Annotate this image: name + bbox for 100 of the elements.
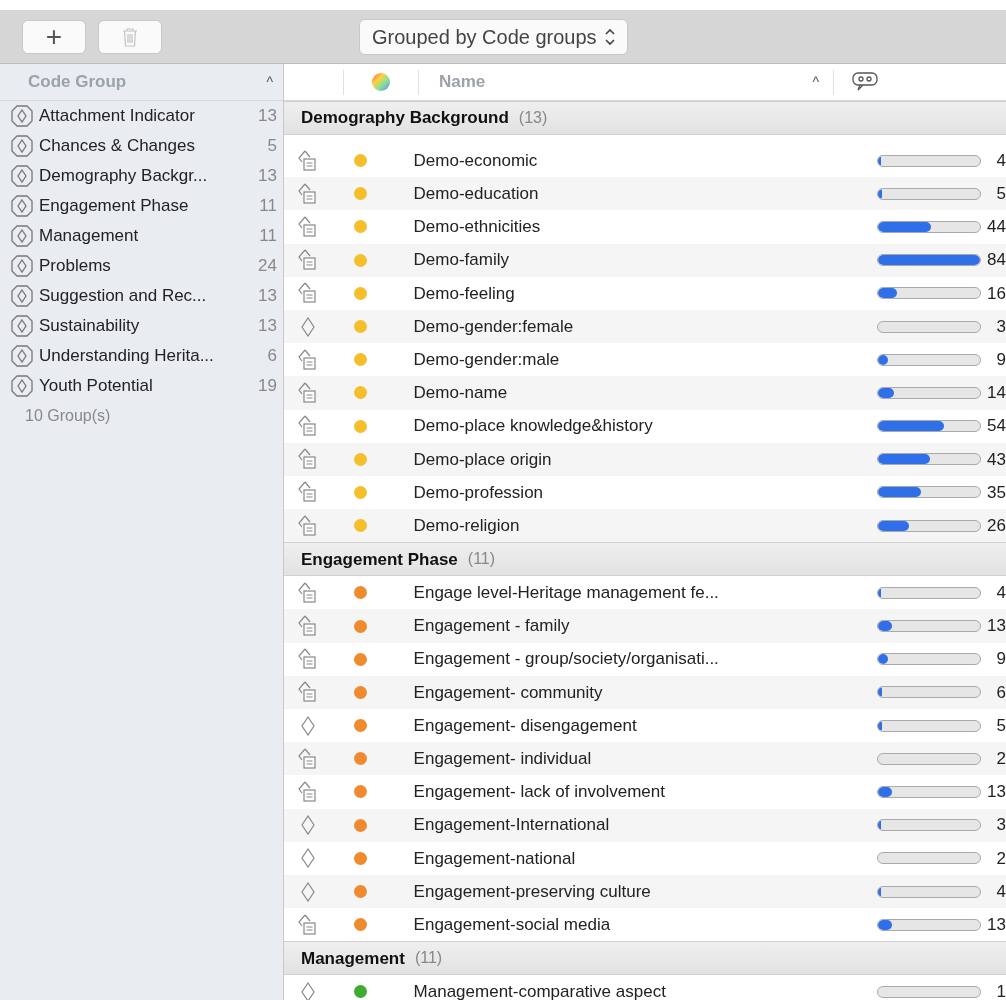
code-row[interactable]: Engagement- community 6 xyxy=(284,675,1006,709)
group-name: Sustainability xyxy=(39,315,141,338)
code-name: Demo-name xyxy=(412,382,509,405)
group-name: Chances & Changes xyxy=(39,135,196,158)
code-name: Demo-religion xyxy=(412,514,521,537)
code-row[interactable]: Demo-religion 26 xyxy=(284,509,1006,543)
frequency-count: 13 xyxy=(986,913,1006,936)
frequency-count: 44 xyxy=(986,216,1006,239)
delete-button[interactable] xyxy=(98,19,162,54)
group-header[interactable]: Management xyxy=(301,945,405,972)
frequency-count: 35 xyxy=(986,481,1006,504)
group-name: Understanding Herita... xyxy=(39,345,215,368)
code-memo-icon xyxy=(297,381,318,404)
code-name: Engagement - family xyxy=(412,615,571,638)
code-name: Management-comparative aspect xyxy=(412,981,667,1000)
code-memo-icon xyxy=(297,215,318,238)
code-name: Demo-family xyxy=(412,249,510,272)
group-name: Youth Potential xyxy=(39,375,154,398)
group-count: 19 xyxy=(258,375,277,398)
code-name: Demo-place origin xyxy=(412,448,553,471)
color-wheel-icon[interactable] xyxy=(372,73,390,91)
code-row[interactable]: Engagement - family 13 xyxy=(284,609,1006,643)
code-name: Engagement-International xyxy=(412,814,611,837)
frequency-count: 5 xyxy=(995,183,1006,206)
group-count: 13 xyxy=(258,105,277,128)
code-name: Engage level-Heritage management fe... xyxy=(412,582,720,605)
frequency-count: 2 xyxy=(995,847,1006,870)
group-header[interactable]: Demography Background xyxy=(301,105,509,131)
code-icon xyxy=(299,881,316,902)
group-count: 13 xyxy=(258,165,277,188)
group-count: 11 xyxy=(259,195,277,218)
code-name: Demo-feeling xyxy=(412,282,516,305)
code-row[interactable]: Demo-place origin 43 xyxy=(284,442,1006,476)
code-row[interactable]: Engagement-preserving culture 4 xyxy=(284,874,1006,909)
group-name: Problems xyxy=(39,255,112,278)
code-name: Demo-place knowledge&history xyxy=(412,415,654,438)
frequency-count: 5 xyxy=(995,714,1006,737)
code-memo-icon xyxy=(297,415,318,438)
code-name: Engagement-social media xyxy=(412,913,612,936)
sort-icon[interactable]: ^ xyxy=(812,71,819,93)
frequency-count: 14 xyxy=(986,382,1006,405)
code-row[interactable]: Demo-gender:female 3 xyxy=(284,309,1006,344)
code-memo-icon xyxy=(297,681,318,704)
code-name: Engagement-preserving culture xyxy=(412,880,652,903)
code-memo-icon xyxy=(297,780,318,803)
code-memo-icon xyxy=(297,913,318,936)
sort-icon[interactable]: ^ xyxy=(266,71,273,93)
code-row[interactable]: Engagement- individual 2 xyxy=(284,742,1006,776)
code-group-item[interactable]: Sustainability 13 xyxy=(0,311,283,341)
add-button[interactable]: + xyxy=(22,19,86,54)
code-memo-icon xyxy=(297,249,318,272)
code-icon xyxy=(299,316,316,337)
group-count: 10 Group(s) xyxy=(24,406,112,426)
frequency-count: 6 xyxy=(995,681,1006,704)
code-memo-icon xyxy=(297,615,318,638)
code-memo-icon xyxy=(297,182,318,205)
frequency-count: 3 xyxy=(995,315,1006,338)
frequency-count: 54 xyxy=(986,415,1006,438)
group-by-dropdown[interactable]: Grouped by Code groups xyxy=(359,18,628,55)
code-group-icon xyxy=(11,375,33,397)
frequency-count: 43 xyxy=(986,448,1006,471)
code-name: Demo-profession xyxy=(412,481,545,504)
frequency-count: 3 xyxy=(995,814,1006,837)
code-memo-icon xyxy=(297,149,318,172)
code-memo-icon xyxy=(297,348,318,371)
group-total: (11) xyxy=(467,549,496,570)
code-row[interactable]: Demo-family 84 xyxy=(284,243,1006,277)
code-group-item[interactable]: Management 11 xyxy=(0,221,283,251)
code-group-item[interactable]: Suggestion and Rec... 13 xyxy=(0,281,283,311)
code-name: Engagement- community xyxy=(412,681,604,704)
frequency-count: 4 xyxy=(995,880,1006,903)
code-name: Engagement- lack of involvement xyxy=(412,781,666,804)
code-row[interactable]: Demo-name 14 xyxy=(284,376,1006,410)
group-count: 11 xyxy=(259,225,277,248)
code-icon xyxy=(299,981,316,1000)
frequency-count: 16 xyxy=(986,282,1006,305)
code-group-item[interactable]: Understanding Herita... 6 xyxy=(0,341,283,371)
code-name: Demo-economic xyxy=(412,149,539,172)
code-row[interactable]: Engagement-International 3 xyxy=(284,808,1006,842)
code-memo-icon xyxy=(297,581,318,604)
code-group-item[interactable]: Problems 24 xyxy=(0,251,283,281)
code-name: Engagement- individual xyxy=(412,748,593,771)
comments-icon[interactable] xyxy=(852,72,878,92)
group-name: Management xyxy=(39,225,140,248)
code-icon xyxy=(299,715,316,736)
frequency-count: 13 xyxy=(986,781,1006,804)
code-group-item[interactable]: Attachment Indicator 13 xyxy=(0,101,283,131)
frequency-count: 9 xyxy=(995,348,1006,371)
code-group-item[interactable]: Demography Backgr... 13 xyxy=(0,161,283,191)
code-group-item[interactable]: Youth Potential 19 xyxy=(0,371,283,401)
code-row[interactable]: Demo-education 5 xyxy=(284,177,1006,211)
code-group-icon xyxy=(11,285,33,307)
frequency-count: 2 xyxy=(995,748,1006,771)
group-header[interactable]: Engagement Phase xyxy=(301,546,458,572)
code-group-item[interactable]: Chances & Changes 5 xyxy=(0,131,283,161)
code-group-icon xyxy=(11,105,33,127)
code-memo-icon xyxy=(297,282,318,305)
code-memo-icon xyxy=(297,648,318,671)
code-name: Engagement- disengagement xyxy=(412,714,638,737)
code-group-item[interactable]: Engagement Phase 11 xyxy=(0,191,283,221)
